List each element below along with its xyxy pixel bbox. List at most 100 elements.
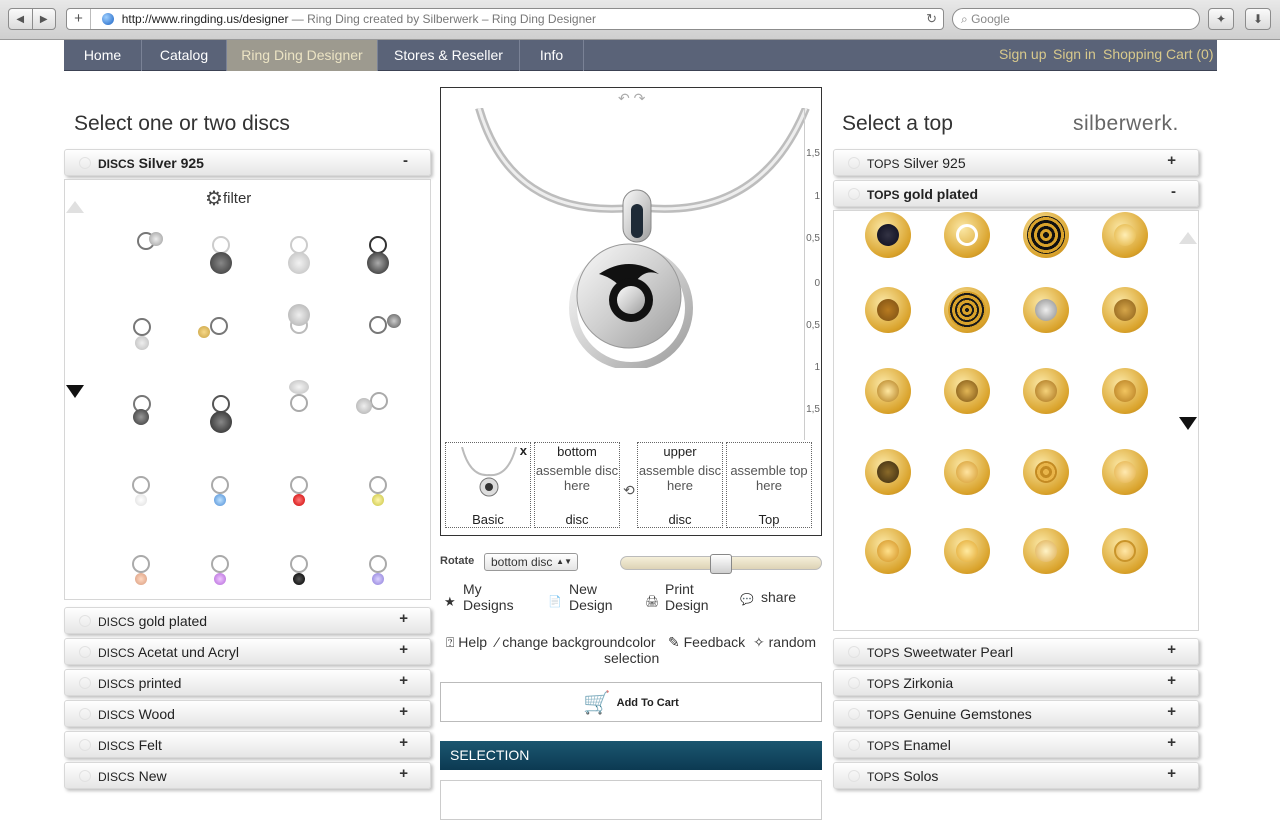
rotate-slider[interactable] <box>620 554 822 574</box>
tops-zirkonia-section[interactable]: TOPS Zirkonia + <box>833 669 1199 696</box>
remove-basic-icon[interactable]: x <box>520 443 527 458</box>
expand-toggle[interactable]: + <box>399 668 408 694</box>
my-designs-button[interactable]: ★ My Designs <box>444 581 514 613</box>
new-design-button[interactable]: 📄 New Design <box>548 581 613 613</box>
collapse-toggle[interactable]: - <box>403 148 408 174</box>
expand-toggle[interactable]: + <box>399 730 408 756</box>
disc-frog[interactable] <box>354 392 394 442</box>
scroll-up-arrow-icon[interactable] <box>66 201 84 213</box>
top-pretzel[interactable] <box>865 287 911 333</box>
collapse-toggle[interactable]: - <box>1171 179 1176 205</box>
change-background-link[interactable]: ⁄ change backgroundcolor <box>496 634 656 650</box>
top-starfish[interactable] <box>1102 368 1148 414</box>
disc-crystal-lilac[interactable] <box>359 555 399 605</box>
top-black-spiral[interactable] <box>1023 212 1069 258</box>
expand-toggle[interactable]: + <box>399 637 408 663</box>
filter-button[interactable]: ⚙filter <box>205 186 251 211</box>
top-black-crystals[interactable] <box>865 212 911 258</box>
download-icon[interactable]: ⬇ <box>1245 8 1271 30</box>
disc-crystal-red[interactable] <box>280 476 320 526</box>
swap-discs-icon[interactable]: ⟲ <box>623 482 635 499</box>
feedback-link[interactable]: ✎ Feedback <box>668 634 745 651</box>
disc-crystal-black[interactable] <box>280 555 320 605</box>
expand-toggle[interactable]: + <box>1167 730 1176 756</box>
disc-crystal-violet[interactable] <box>201 555 241 605</box>
top-crystal-ring[interactable] <box>944 212 990 258</box>
random-selection-link[interactable]: ✧ random <box>753 634 816 651</box>
expand-toggle[interactable]: + <box>399 761 408 787</box>
tops-sweetwater-pearl-section[interactable]: TOPS Sweetwater Pearl + <box>833 638 1199 665</box>
discs-printed-section[interactable]: DISCS printed + <box>64 669 431 696</box>
address-bar[interactable]: + http://www.ringding.us/designer — Ring… <box>66 8 944 30</box>
top-cone[interactable] <box>1023 528 1069 574</box>
disc-two-hearts[interactable] <box>202 395 242 445</box>
nav-sign-in[interactable]: Sign in <box>1053 40 1096 71</box>
disc-angel[interactable] <box>123 318 163 368</box>
top-winged-skull[interactable] <box>1023 287 1069 333</box>
top-black-swirls[interactable] <box>944 287 990 333</box>
nav-ring-ding-designer[interactable]: Ring Ding Designer <box>227 40 378 71</box>
upper-disc-slot[interactable]: upper assemble disc here disc <box>637 442 723 528</box>
rotate-select[interactable]: bottom disc ▲▼ <box>484 553 578 571</box>
disc-letter[interactable] <box>123 395 163 445</box>
expand-toggle[interactable]: + <box>399 699 408 725</box>
disc-starfish[interactable] <box>280 302 320 352</box>
top-flower-dotted[interactable] <box>865 528 911 574</box>
disc-crystal-peach[interactable] <box>122 555 162 605</box>
scroll-up-arrow-icon[interactable] <box>1179 232 1197 244</box>
discs-silver-925-section[interactable]: DISCS Silver 925 - <box>64 149 431 176</box>
tops-gold-plated-section[interactable]: TOPS gold plated - <box>833 180 1199 207</box>
nav-sign-up[interactable]: Sign up <box>999 40 1046 71</box>
top-winged-angel[interactable] <box>1102 287 1148 333</box>
slider-handle[interactable] <box>710 554 732 574</box>
disc-crystal-yellow[interactable] <box>359 476 399 526</box>
disc-fairy[interactable] <box>127 232 167 282</box>
new-tab-button[interactable]: + <box>67 9 91 29</box>
discs-new-section[interactable]: DISCS New + <box>64 762 431 789</box>
top-compass[interactable] <box>865 368 911 414</box>
disc-crystal-blue[interactable] <box>201 476 241 526</box>
reload-icon[interactable]: ↻ <box>926 9 937 29</box>
disc-crystal-clear[interactable] <box>122 476 162 526</box>
back-button[interactable]: ◀ <box>9 9 33 29</box>
expand-toggle[interactable]: + <box>1167 761 1176 787</box>
discs-acetat-section[interactable]: DISCS Acetat und Acryl + <box>64 638 431 665</box>
scroll-down-arrow-icon[interactable] <box>1179 417 1197 430</box>
discs-gold-plated-section[interactable]: DISCS gold plated + <box>64 607 431 634</box>
tops-solos-section[interactable]: TOPS Solos + <box>833 762 1199 789</box>
nav-shopping-cart[interactable]: Shopping Cart (0) <box>1103 40 1214 71</box>
expand-toggle[interactable]: + <box>399 606 408 632</box>
share-button[interactable]: 💬 share <box>740 589 796 606</box>
bottom-disc-slot[interactable]: bottom assemble disc here disc <box>534 442 620 528</box>
top-shield[interactable] <box>865 449 911 495</box>
disc-clover[interactable] <box>365 312 405 362</box>
search-input[interactable]: ⌕ Google <box>952 8 1200 30</box>
print-design-button[interactable]: 🖨 Print Design <box>645 581 709 613</box>
nav-stores-reseller[interactable]: Stores & Reseller <box>378 40 520 71</box>
tops-silver-925-section[interactable]: TOPS Silver 925 + <box>833 149 1199 176</box>
expand-toggle[interactable]: + <box>1167 148 1176 174</box>
top-engraved[interactable] <box>1102 528 1148 574</box>
top-heart[interactable] <box>1102 449 1148 495</box>
scroll-down-arrow-icon[interactable] <box>66 385 84 398</box>
discs-felt-section[interactable]: DISCS Felt + <box>64 731 431 758</box>
top-shell-starfish[interactable] <box>1023 368 1069 414</box>
add-to-cart-button[interactable]: 🛒 Add To Cart <box>440 682 822 722</box>
top-bubbles[interactable] <box>1102 212 1148 258</box>
nav-info[interactable]: Info <box>520 40 584 71</box>
disc-lotus[interactable] <box>280 380 320 430</box>
nav-catalog[interactable]: Catalog <box>142 40 227 71</box>
extension-icon[interactable]: ✦ <box>1208 8 1234 30</box>
discs-wood-section[interactable]: DISCS Wood + <box>64 700 431 727</box>
forward-button[interactable]: ▶ <box>33 9 56 29</box>
top-nautilus[interactable] <box>1023 449 1069 495</box>
help-link[interactable]: ⍰ Help <box>446 634 487 651</box>
top-sun[interactable] <box>944 528 990 574</box>
top-anchor[interactable] <box>944 368 990 414</box>
basic-slot[interactable]: x Basic <box>445 442 531 528</box>
expand-toggle[interactable]: + <box>1167 668 1176 694</box>
disc-heart-dark[interactable] <box>202 236 242 286</box>
undo-redo-icons[interactable]: ↶ ↷ <box>618 90 645 107</box>
tops-enamel-section[interactable]: TOPS Enamel + <box>833 731 1199 758</box>
top-slot[interactable]: assemble top here Top <box>726 442 812 528</box>
